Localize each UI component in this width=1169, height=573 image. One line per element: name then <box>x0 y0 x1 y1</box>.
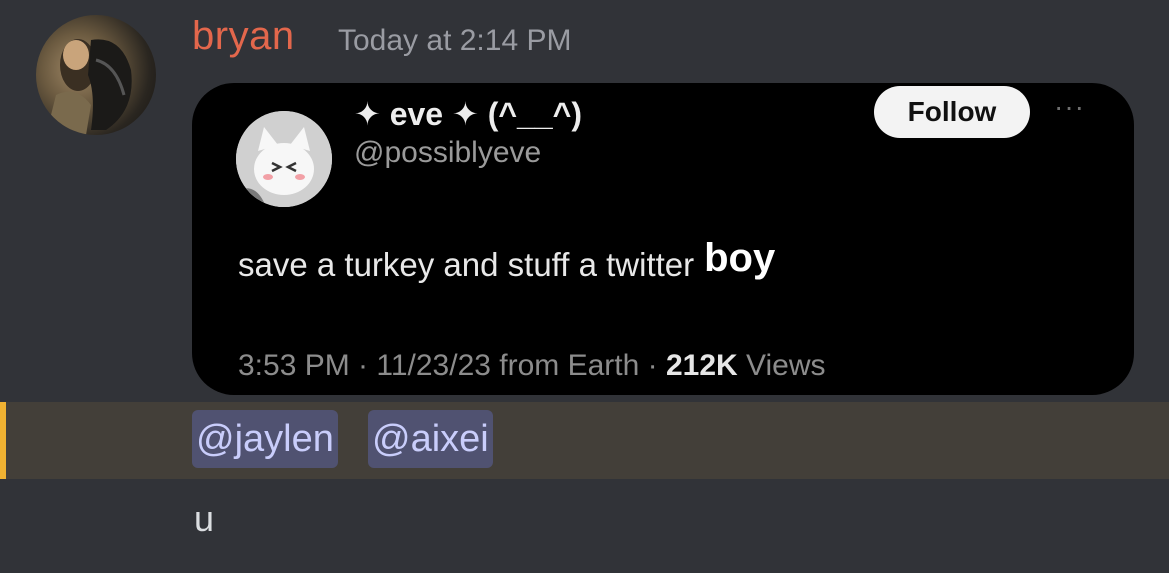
tweet-views-count: 212K <box>665 349 738 382</box>
mention-jaylen[interactable]: @jaylen <box>192 410 338 468</box>
cat-avatar-icon <box>236 111 332 207</box>
message-timestamp: Today at 2:14 PM <box>338 24 572 57</box>
tweet-author-avatar[interactable] <box>236 111 332 207</box>
mention-indicator-bar <box>0 402 6 479</box>
tweet-text: save a turkey and stuff a twitter boy <box>238 236 775 286</box>
more-options-icon[interactable]: ··· <box>1054 91 1085 123</box>
author-name[interactable]: bryan <box>192 14 295 59</box>
tweet-handle[interactable]: @possiblyeve <box>354 136 541 170</box>
tweet-text-emphasis: boy <box>704 236 776 280</box>
followup-message-text: u <box>194 498 215 539</box>
tweet-embed[interactable]: ✦ eve ✦ (^__^) @possiblyeve Follow ··· s… <box>192 83 1134 395</box>
tweet-views-label: Views <box>737 349 826 382</box>
tweet-meta: 3:53 PM · 11/23/23 from Earth · 212K Vie… <box>238 349 826 383</box>
tweet-text-main: save a turkey and stuff a twitter <box>238 246 695 283</box>
follow-button[interactable]: Follow <box>874 86 1030 138</box>
tweet-meta-prefix: 3:53 PM · 11/23/23 from Earth · <box>238 349 666 382</box>
user-avatar[interactable] <box>36 15 156 135</box>
avatar-photo-icon <box>46 39 132 135</box>
mention-aixei[interactable]: @aixei <box>368 410 493 468</box>
tweet-display-name[interactable]: ✦ eve ✦ (^__^) <box>354 95 582 133</box>
mention-highlight-row: @jaylen @aixei <box>0 402 1169 479</box>
